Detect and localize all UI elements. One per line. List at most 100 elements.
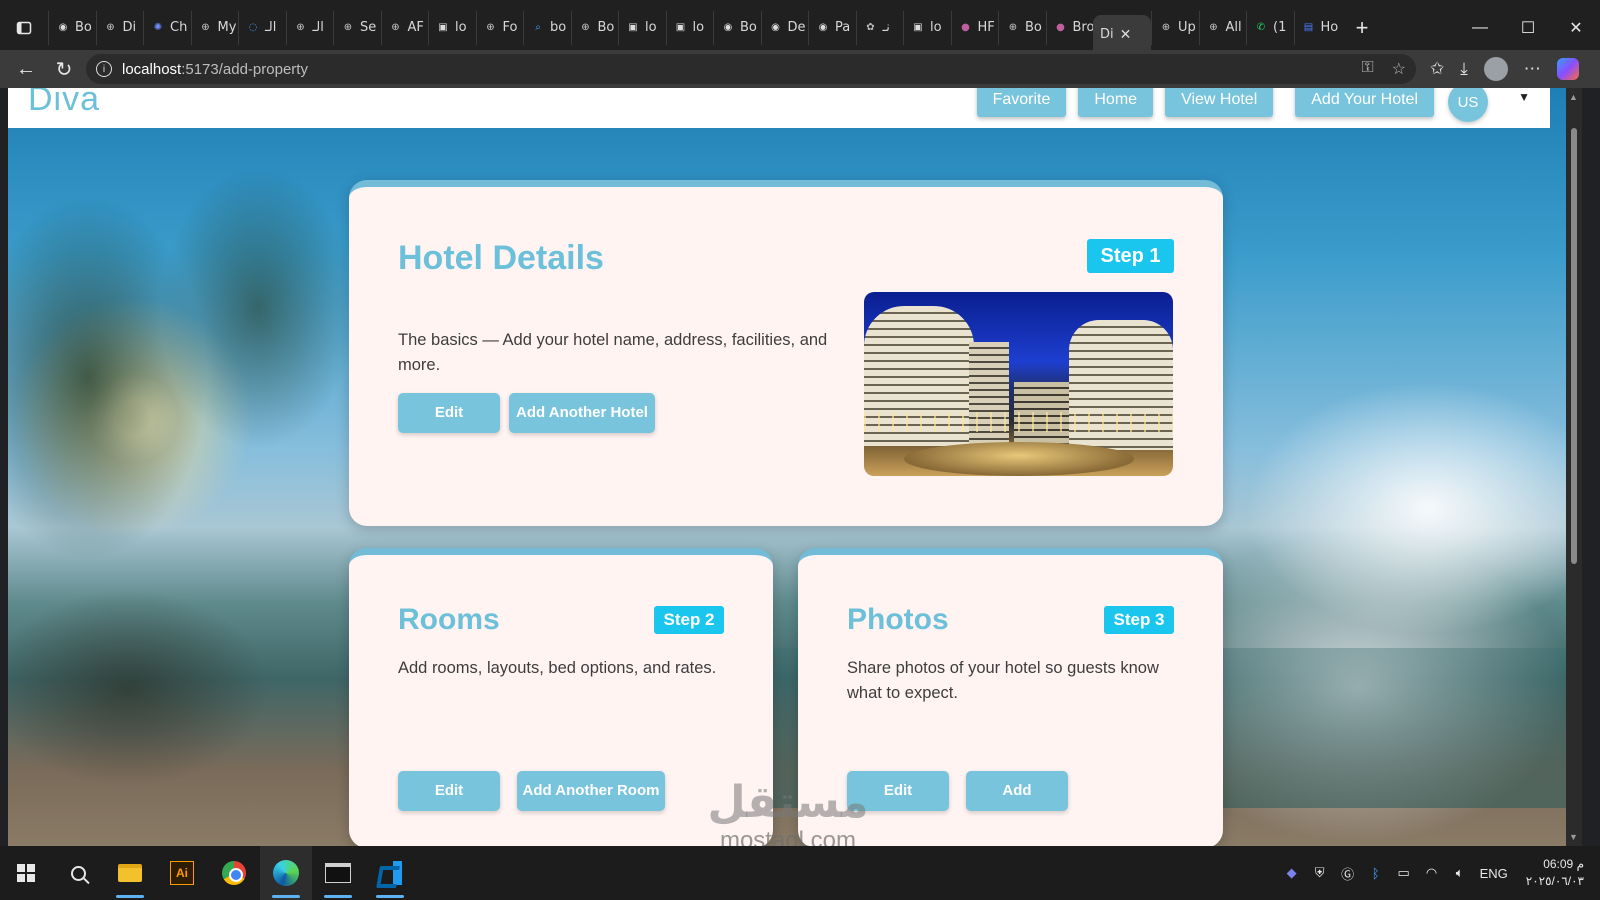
vscode-icon xyxy=(378,861,402,885)
page-icon: ▣ xyxy=(438,22,448,33)
profile-avatar-icon[interactable] xyxy=(1483,57,1508,81)
globe-icon: ⊕ xyxy=(1209,22,1218,33)
browser-tab[interactable]: ⊕ My xyxy=(190,10,239,45)
tab-title: Bo xyxy=(1025,20,1042,35)
browser-tab[interactable]: ◉ Bo xyxy=(713,10,761,45)
browser-tab[interactable]: ⊕ Di xyxy=(95,10,144,45)
tab-title: Bo xyxy=(740,20,757,35)
browser-tab[interactable]: ◌ الـ xyxy=(238,10,286,45)
browser-tab[interactable]: ▤ Ho xyxy=(1293,10,1342,45)
browser-tab[interactable]: ◉ Pa xyxy=(808,10,856,45)
nav-favorite-button[interactable]: Favorite xyxy=(976,88,1067,117)
scroll-up-icon[interactable]: ▲ xyxy=(1569,92,1578,102)
globe-icon: ⊕ xyxy=(1161,22,1171,33)
reload-icon[interactable]: ↻ xyxy=(48,53,80,85)
user-avatar[interactable]: US xyxy=(1448,88,1488,122)
taskbar-terminal[interactable] xyxy=(312,846,364,900)
start-button[interactable] xyxy=(0,846,52,900)
tab-title: Di xyxy=(122,20,137,35)
site-info-icon[interactable]: i xyxy=(96,61,112,77)
hotel-details-description: The basics — Add your hotel name, addres… xyxy=(398,331,828,374)
edit-hotel-button[interactable]: Edit xyxy=(398,393,500,433)
browser-tab[interactable]: ⌕ bo xyxy=(523,10,571,45)
tab-active[interactable]: Di ✕ xyxy=(1093,14,1151,55)
browser-tab[interactable]: ✆ (1 xyxy=(1246,10,1294,45)
teams-icon[interactable]: ◆ xyxy=(1284,865,1300,881)
minimize-icon[interactable]: — xyxy=(1456,0,1504,55)
globe-icon: ⊕ xyxy=(391,22,400,33)
dropdown-caret-icon[interactable]: ▼ xyxy=(1518,90,1530,104)
url-field[interactable]: i localhost:5173/add-property ⚿ ☆ xyxy=(86,54,1416,84)
browser-tab-strip: ◉ Bo ⊕ Di ✺ Ch ⊕ My ◌ الـ ⊕ الـ ⊕ Se ⊕ AF ▣ lo ⊕ Fo ⌕ bo ⊕ Bo ▣ l… xyxy=(0,0,1600,55)
nav-add-hotel-button[interactable]: Add Your Hotel xyxy=(1295,88,1434,117)
tab-title: De xyxy=(787,20,806,35)
tab-title: All xyxy=(1225,20,1242,35)
step-2-badge: Step 2 xyxy=(654,606,724,634)
page-scrollbar[interactable]: ▲ ▼ xyxy=(1566,88,1582,846)
page-viewport: Diva Favorite Home View Hotel Add Your H… xyxy=(8,88,1582,846)
chrome-icon xyxy=(222,861,246,885)
battery-icon[interactable]: ▭ xyxy=(1396,865,1412,881)
taskbar-illustrator[interactable]: Ai xyxy=(156,846,208,900)
forms-icon: ▤ xyxy=(1303,22,1314,33)
browser-tab[interactable]: ◉ Bo xyxy=(48,10,96,45)
browser-tab[interactable]: ⊕ AF xyxy=(380,10,429,45)
browser-tab[interactable]: ● Bro xyxy=(1045,10,1093,45)
grammarly-icon[interactable]: Ⓖ xyxy=(1340,865,1356,882)
close-tab-icon[interactable]: ✕ xyxy=(1120,27,1132,43)
maximize-icon[interactable]: ☐ xyxy=(1504,0,1552,55)
edit-rooms-button[interactable]: Edit xyxy=(398,771,500,811)
browser-tab[interactable]: ● HF xyxy=(950,10,999,45)
page-icon: ▣ xyxy=(628,22,638,33)
taskbar-search-button[interactable] xyxy=(52,846,104,900)
scroll-down-icon[interactable]: ▼ xyxy=(1569,832,1578,842)
taskbar-chrome[interactable] xyxy=(208,846,260,900)
browser-tab[interactable]: ◉ De xyxy=(760,10,809,45)
browser-tab[interactable]: ▣ lo xyxy=(665,10,714,45)
browser-tab[interactable]: ⊕ Se xyxy=(333,10,381,45)
nav-home-button[interactable]: Home xyxy=(1078,88,1154,117)
browser-tab[interactable]: ⊕ Up xyxy=(1151,10,1199,45)
nav-view-hotel-button[interactable]: View Hotel xyxy=(1165,88,1274,117)
star-icon[interactable]: ☆ xyxy=(1392,59,1406,79)
photos-description: Share photos of your hotel so guests kno… xyxy=(847,659,1159,702)
back-arrow-icon[interactable]: ← xyxy=(10,53,42,85)
browser-tab[interactable]: ⊕ Fo xyxy=(475,10,524,45)
bluetooth-icon[interactable]: ᛒ xyxy=(1368,865,1384,881)
security-icon[interactable]: ⛨ xyxy=(1312,865,1328,881)
browser-tab[interactable]: ✺ Ch xyxy=(143,10,191,45)
browser-tab[interactable]: ▣ lo xyxy=(428,10,476,45)
browser-tab[interactable]: ▣ lo xyxy=(903,10,951,45)
clock-time: 06:09 م xyxy=(1543,857,1584,871)
clock[interactable]: 06:09 م ٢٠٢٥/٠٦/٠٣ xyxy=(1526,856,1584,890)
tab-title: lo xyxy=(455,20,467,35)
taskbar-vscode[interactable] xyxy=(364,846,416,900)
wifi-icon[interactable]: ◠ xyxy=(1424,865,1440,881)
add-another-room-button[interactable]: Add Another Room xyxy=(517,771,665,811)
browser-tab[interactable]: ⊕ Bo xyxy=(998,10,1046,45)
language-indicator[interactable]: ENG xyxy=(1480,866,1508,881)
browser-tab[interactable]: ✿ نـ xyxy=(855,10,904,45)
add-another-hotel-button[interactable]: Add Another Hotel xyxy=(509,393,655,433)
browser-tab[interactable]: ▣ lo xyxy=(618,10,666,45)
add-photos-button[interactable]: Add xyxy=(966,771,1068,811)
browser-tab[interactable]: ⊕ Bo xyxy=(570,10,619,45)
copilot-icon[interactable] xyxy=(1556,58,1579,80)
downloads-icon[interactable]: ⤓ xyxy=(1460,59,1468,79)
new-tab-button[interactable]: + xyxy=(1347,13,1377,43)
watermark: مستقل mostaql.com xyxy=(688,778,888,847)
close-window-icon[interactable]: ✕ xyxy=(1552,0,1600,55)
site-logo[interactable]: Diva xyxy=(28,88,100,119)
whatsapp-icon: ✆ xyxy=(1256,22,1266,33)
more-menu-icon[interactable]: ⋯ xyxy=(1524,59,1541,79)
key-icon[interactable]: ⚿ xyxy=(1361,59,1373,79)
tab-actions-icon[interactable] xyxy=(0,0,48,55)
favorites-icon[interactable]: ✩ xyxy=(1430,59,1444,79)
taskbar-file-explorer[interactable] xyxy=(104,846,156,900)
browser-tab[interactable]: ⊕ All xyxy=(1198,10,1247,45)
step-1-badge: Step 1 xyxy=(1087,239,1174,273)
volume-icon[interactable]: 🔈︎ xyxy=(1452,865,1468,881)
browser-tab[interactable]: ⊕ الـ xyxy=(285,10,334,45)
taskbar-edge[interactable] xyxy=(260,846,312,900)
scroll-thumb[interactable] xyxy=(1571,128,1577,564)
